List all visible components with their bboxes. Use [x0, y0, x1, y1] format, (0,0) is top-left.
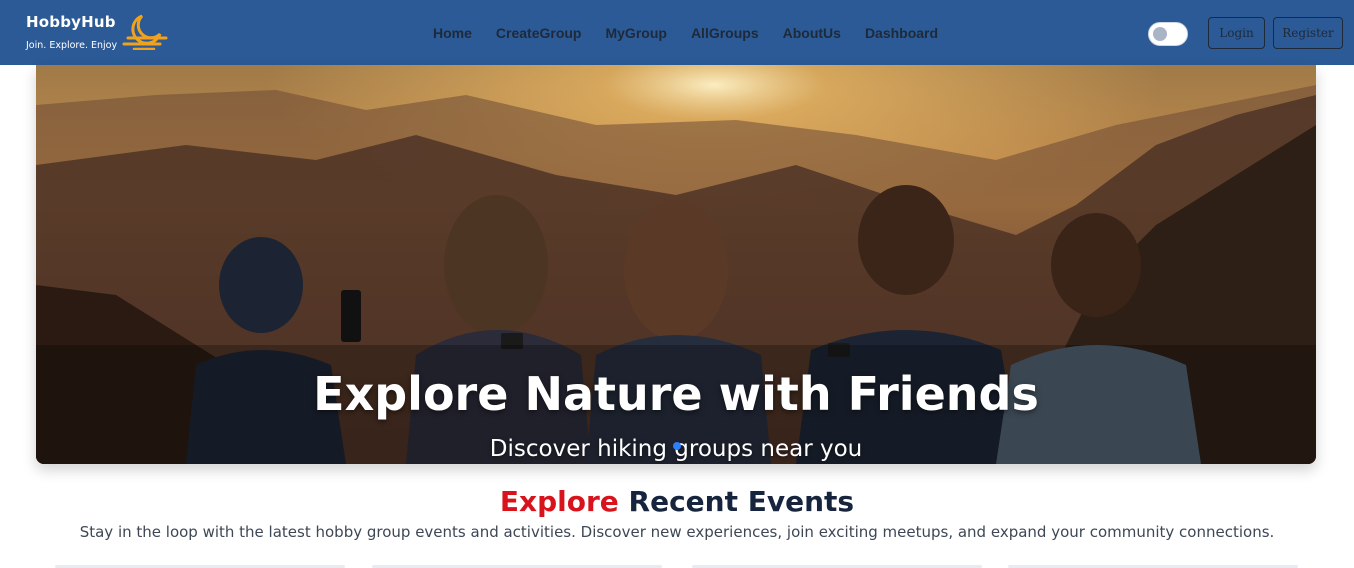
theme-toggle-icon[interactable] — [1148, 22, 1188, 46]
navbar: HobbyHub Join. Explore. Enjoy Home Creat… — [0, 0, 1354, 65]
register-button[interactable]: Register — [1273, 17, 1343, 49]
events-description: Stay in the loop with the latest hobby g… — [79, 523, 1275, 541]
login-button[interactable]: Login — [1208, 17, 1265, 49]
events-heading-highlight: Explore — [499, 485, 619, 518]
hero-title: Explore Nature with Friends — [313, 367, 1039, 421]
brand-tagline: Join. Explore. Enjoy — [26, 40, 118, 51]
toggle-knob — [1153, 27, 1167, 41]
carousel-indicator[interactable] — [673, 442, 681, 450]
hero-carousel[interactable]: Explore Nature with Friends Discover hik… — [36, 65, 1316, 464]
nav-home[interactable]: Home — [433, 25, 472, 41]
events-heading: Explore Recent Events — [0, 485, 1354, 518]
nav-create-group[interactable]: CreateGroup — [496, 25, 582, 41]
moon-sunset-logo-icon — [122, 14, 168, 50]
main-nav: Home CreateGroup MyGroup AllGroups About… — [421, 0, 950, 65]
nav-dashboard[interactable]: Dashboard — [865, 25, 938, 41]
brand[interactable]: HobbyHub Join. Explore. Enjoy — [26, 10, 176, 56]
nav-all-groups[interactable]: AllGroups — [691, 25, 759, 41]
events-heading-rest: Recent Events — [628, 485, 855, 518]
brand-name: HobbyHub — [26, 13, 116, 31]
nav-about-us[interactable]: AboutUs — [783, 25, 841, 41]
nav-my-group[interactable]: MyGroup — [605, 25, 666, 41]
